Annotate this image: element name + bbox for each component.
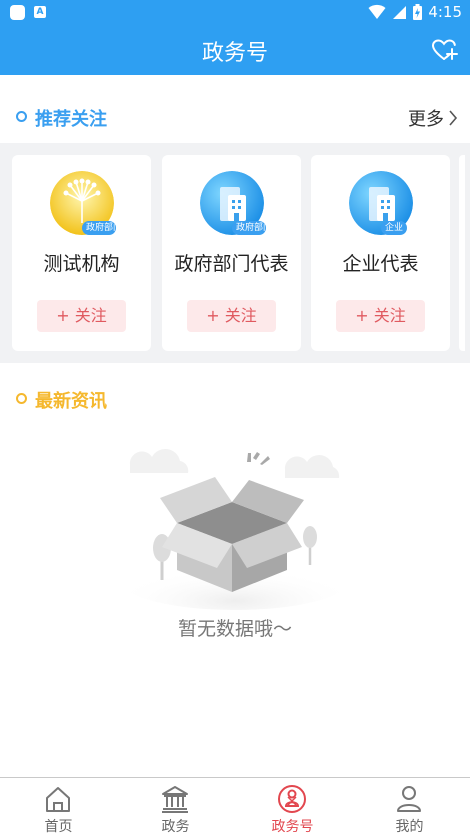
government-icon [162,786,188,813]
signal-icon [393,6,407,19]
more-label: 更多 [408,109,444,130]
chevron-right-icon [449,110,458,126]
org-card[interactable]: 政府部门 政府部门代表 + 关注 [162,155,301,351]
sim-badge-icon: A [34,6,46,18]
tab-label: 我的 [395,819,424,835]
tab-label: 首页 [44,819,73,835]
tab-home[interactable]: 首页 [0,778,117,838]
gov-account-icon [278,785,306,813]
follow-button[interactable]: + 关注 [336,300,425,332]
org-type-badge: 政府部门 [82,221,116,235]
news-header: 最新资讯 [0,378,470,418]
news-title: 最新资讯 [35,391,107,412]
org-card[interactable]: 企业 企业代表 + 关注 [311,155,450,351]
section-dot-icon [16,111,27,122]
tab-label: 政务号 [271,819,314,835]
next-card-edge [459,155,465,351]
page-title: 政务号 [201,41,268,66]
app-bar: 政务号 [0,25,470,75]
status-bar: A 4:15 [0,0,470,25]
battery-icon [413,4,423,20]
org-name: 测试机构 [43,253,120,275]
more-link[interactable]: 更多 [408,105,458,131]
recommend-title: 推荐关注 [35,109,107,130]
empty-box-illustration [120,448,350,610]
org-type-badge: 企业 [381,221,408,235]
tab-mine[interactable]: 我的 [351,778,468,838]
empty-state-text: 暂无数据哦～ [177,618,292,640]
follow-button[interactable]: + 关注 [187,300,276,332]
heart-plus-icon[interactable] [430,36,458,64]
user-icon [397,786,421,812]
bottom-tab-bar: 首页 政务 政务号 我的 [0,777,470,838]
wifi-icon [368,4,386,19]
tab-gov-account[interactable]: 政务号 [234,778,351,838]
recommend-list: 政府部门 测试机构 + 关注 政府部门 政府部门代表 + 关注 企业 企业代表 … [0,143,470,363]
section-dot-icon [16,393,27,404]
tab-government[interactable]: 政务 [117,778,234,838]
status-time: 4:15 [428,3,462,21]
org-name: 企业代表 [342,253,419,275]
follow-button[interactable]: + 关注 [37,300,126,332]
recommend-header: 推荐关注 更多 [0,96,470,136]
home-icon [46,787,70,812]
notification-icon [10,5,25,20]
org-card[interactable]: 政府部门 测试机构 + 关注 [12,155,151,351]
org-name: 政府部门代表 [174,253,289,275]
tab-label: 政务 [161,819,190,835]
org-type-badge: 政府部门 [232,221,266,235]
